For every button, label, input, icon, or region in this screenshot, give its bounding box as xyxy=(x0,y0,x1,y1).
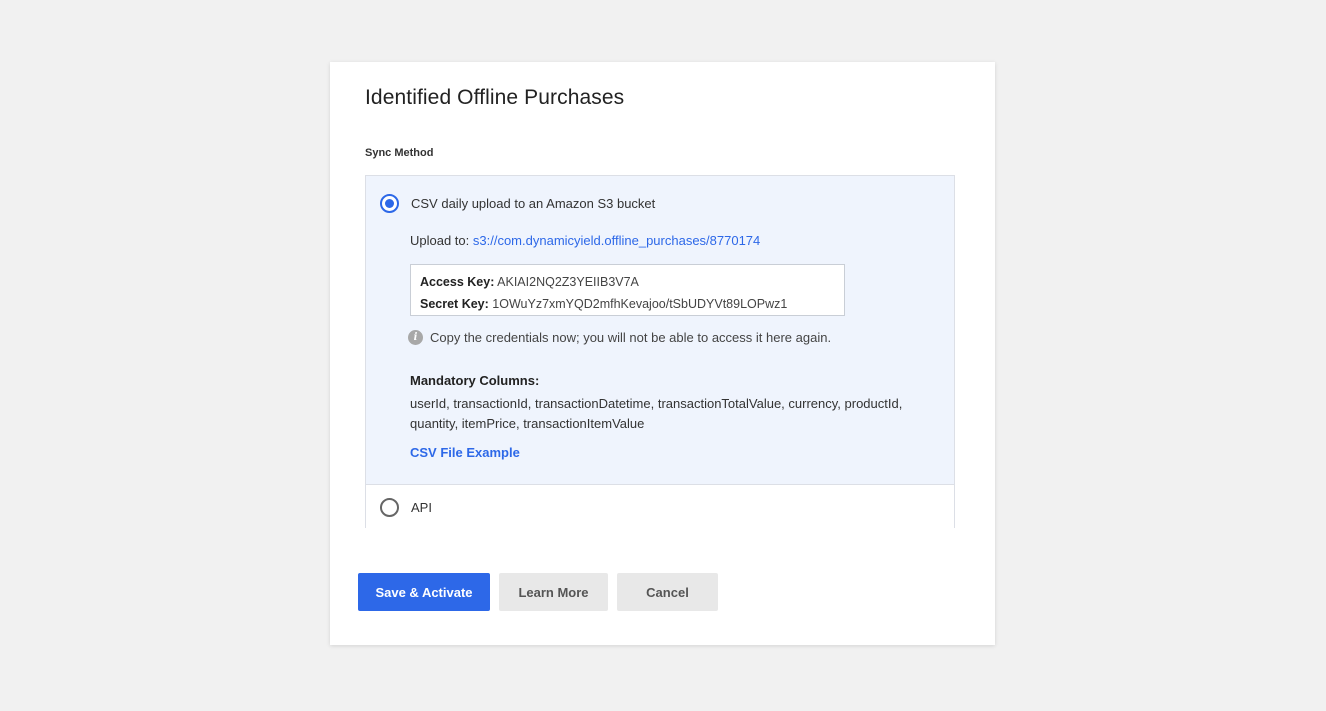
sync-method-options: CSV daily upload to an Amazon S3 bucket … xyxy=(365,175,955,528)
csv-option-label: CSV daily upload to an Amazon S3 bucket xyxy=(411,196,656,211)
s3-bucket-link[interactable]: s3://com.dynamicyield.offline_purchases/… xyxy=(473,233,760,248)
modal-title: Identified Offline Purchases xyxy=(365,86,625,109)
access-key-row: Access Key: AKIAI2NQ2Z3YEIIB3V7A xyxy=(420,271,835,293)
sync-method-label: Sync Method xyxy=(365,147,434,159)
secret-key-value[interactable]: 1OWuYz7xmYQD2mfhKevajoo/tSbUDYVt89LOPwz1 xyxy=(492,297,787,311)
mandatory-columns-list: userId, transactionId, transactionDateti… xyxy=(410,396,903,431)
csv-file-example-link[interactable]: CSV File Example xyxy=(410,445,520,460)
upload-prefix: Upload to: xyxy=(410,233,470,248)
secret-key-label: Secret Key: xyxy=(420,297,489,311)
offline-purchases-modal: Identified Offline Purchases Sync Method… xyxy=(330,62,995,645)
save-activate-button[interactable]: Save & Activate xyxy=(358,573,490,611)
learn-more-button[interactable]: Learn More xyxy=(499,573,608,611)
option-api[interactable]: API xyxy=(366,486,954,528)
csv-radio-button[interactable] xyxy=(380,194,399,213)
secret-key-row: Secret Key: 1OWuYz7xmYQD2mfhKevajoo/tSbU… xyxy=(420,293,835,315)
access-key-value[interactable]: AKIAI2NQ2Z3YEIIB3V7A xyxy=(497,275,639,289)
mandatory-columns-title: Mandatory Columns: xyxy=(410,373,540,388)
info-icon: i xyxy=(408,330,423,345)
api-option-label: API xyxy=(411,500,432,515)
access-key-label: Access Key: xyxy=(420,275,495,289)
cancel-button[interactable]: Cancel xyxy=(617,573,718,611)
upload-destination: Upload to: s3://com.dynamicyield.offline… xyxy=(410,233,760,248)
api-radio-button[interactable] xyxy=(380,498,399,517)
credentials-notice: i Copy the credentials now; you will not… xyxy=(408,330,831,345)
credentials-box[interactable]: Access Key: AKIAI2NQ2Z3YEIIB3V7A Secret … xyxy=(410,264,845,316)
option-csv-upload[interactable]: CSV daily upload to an Amazon S3 bucket … xyxy=(366,176,954,485)
credentials-notice-text: Copy the credentials now; you will not b… xyxy=(430,330,832,345)
